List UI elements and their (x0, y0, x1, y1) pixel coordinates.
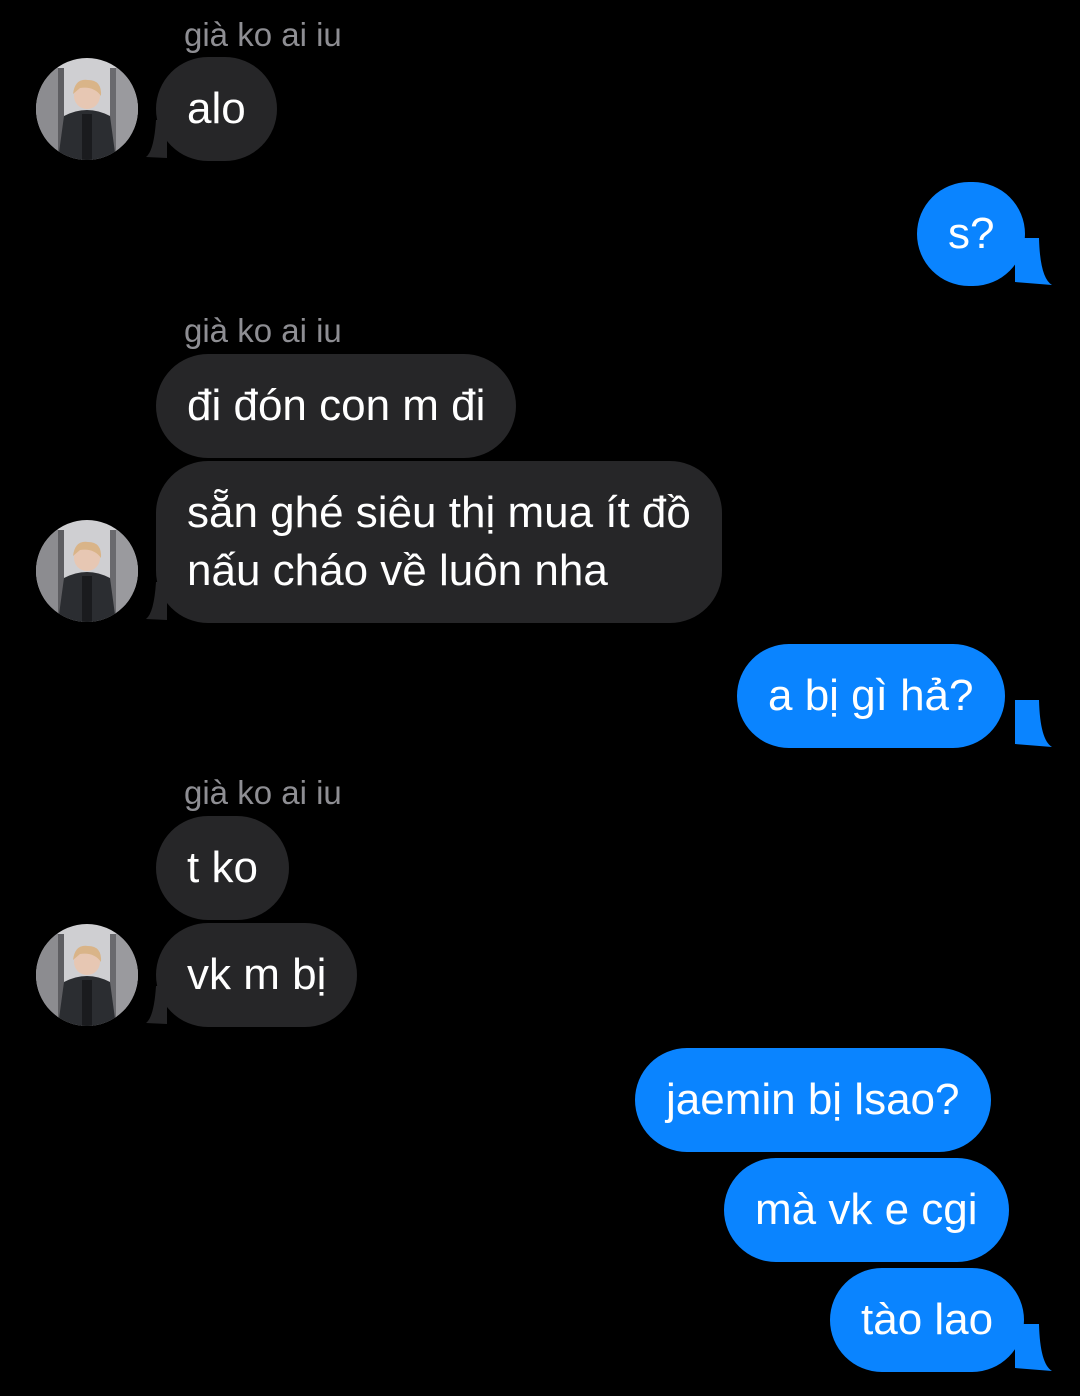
sender-name: già ko ai iu (184, 16, 342, 53)
message-text-line: sẵn ghé siêu thị mua ít đồ (187, 488, 691, 537)
message-bubble-incoming[interactable]: vk m bị (156, 923, 358, 1027)
message-bubble-outgoing[interactable]: a bị gì hả? (737, 644, 1005, 748)
message-bubble-incoming[interactable]: sẵn ghé siêu thị mua ít đồ nấu cháo về l… (156, 461, 722, 623)
message-bubble-incoming[interactable]: t ko (156, 816, 289, 920)
message-text: mà vk e cgi (755, 1185, 978, 1234)
message-text: t ko (187, 843, 258, 892)
sender-name: già ko ai iu (184, 774, 342, 811)
message-text: alo (187, 84, 246, 133)
message-text: tào lao (861, 1295, 994, 1344)
message-text: vk m bị (187, 950, 327, 999)
message-bubble-outgoing[interactable]: mà vk e cgi (724, 1158, 1009, 1262)
contact-avatar-icon[interactable] (36, 520, 138, 622)
bubble-tail (1015, 700, 1052, 747)
message-bubble-incoming[interactable]: alo (156, 57, 277, 161)
contact-avatar-icon[interactable] (36, 58, 138, 160)
contact-avatar-icon[interactable] (36, 924, 138, 1026)
sender-name: già ko ai iu (184, 312, 342, 349)
message-bubble-incoming[interactable]: đi đón con m đi (156, 354, 517, 458)
message-text: a bị gì hả? (768, 671, 974, 720)
message-bubble-outgoing[interactable]: s? (917, 182, 1026, 286)
message-text: s? (948, 209, 995, 258)
message-text: jaemin bị lsao? (666, 1075, 960, 1124)
chat-thread[interactable]: già ko ai iu alo s? già ko ai iu đi đón … (0, 0, 1080, 1396)
message-text-line: nấu cháo về luôn nha (187, 546, 608, 595)
message-bubble-outgoing[interactable]: jaemin bị lsao? (635, 1048, 991, 1152)
message-bubble-outgoing[interactable]: tào lao (830, 1268, 1025, 1372)
message-text: đi đón con m đi (187, 381, 486, 430)
